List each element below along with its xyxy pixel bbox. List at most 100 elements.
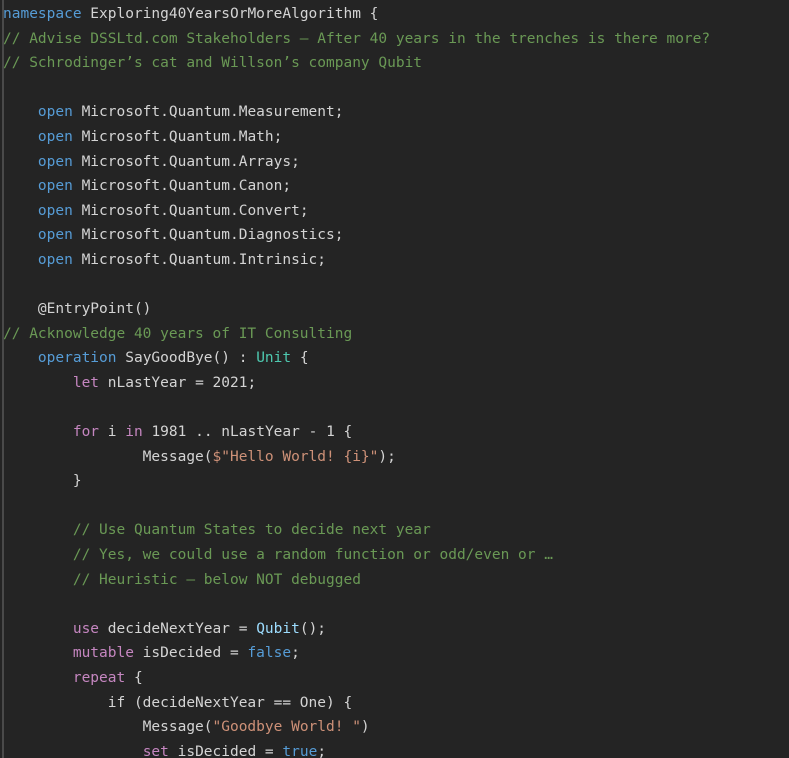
code-token: isDecided = <box>168 743 283 758</box>
code-line[interactable]: let nLastYear = 2021; <box>3 371 789 396</box>
code-token: set <box>142 743 169 758</box>
code-line[interactable]: // Acknowledge 40 years of IT Consulting <box>3 322 789 347</box>
code-token: repeat <box>72 670 126 687</box>
code-line[interactable]: for i in 1981 .. nLastYear - 1 { <box>3 420 789 445</box>
code-token: Microsoft.Quantum.Diagnostics; <box>72 227 344 244</box>
code-token: namespace <box>3 6 82 22</box>
code-token: isDecided = <box>133 645 248 662</box>
code-line[interactable]: } <box>3 469 789 494</box>
code-line[interactable]: open Microsoft.Quantum.Math; <box>3 125 789 150</box>
code-line[interactable] <box>3 396 789 421</box>
code-line[interactable]: set isDecided = true; <box>3 740 789 758</box>
code-token: // Acknowledge 40 years of IT Consulting <box>3 325 353 342</box>
code-line[interactable]: operation SayGoodBye() : Unit { <box>3 346 789 371</box>
code-line[interactable]: open Microsoft.Quantum.Canon; <box>3 174 789 199</box>
code-token: @EntryPoint() <box>3 301 152 318</box>
code-content[interactable]: namespace Exploring40YearsOrMoreAlgorith… <box>0 2 789 758</box>
code-token: SayGoodBye() : <box>116 350 257 367</box>
code-token: Microsoft.Quantum.Intrinsic; <box>72 251 327 268</box>
code-token: let <box>72 374 100 391</box>
code-token: Message( <box>3 719 213 736</box>
code-token: true <box>282 743 318 758</box>
code-token: { <box>125 670 143 687</box>
code-token: 1981 <box>151 424 187 441</box>
code-token: "Goodbye World! " <box>212 719 361 736</box>
code-token: .. nLastYear - <box>186 424 327 441</box>
code-token: } <box>3 473 82 490</box>
code-token: // Heuristic – below NOT debugged <box>3 571 361 588</box>
code-line[interactable] <box>3 592 789 617</box>
code-editor[interactable]: namespace Exploring40YearsOrMoreAlgorith… <box>0 0 789 758</box>
code-line[interactable] <box>3 273 789 298</box>
code-line[interactable]: @EntryPoint() <box>3 297 789 322</box>
code-line[interactable]: namespace Exploring40YearsOrMoreAlgorith… <box>3 2 789 27</box>
code-token: open <box>37 104 73 121</box>
code-line[interactable]: open Microsoft.Quantum.Arrays; <box>3 150 789 175</box>
code-token: open <box>37 227 73 244</box>
code-token: Message( <box>3 448 213 465</box>
code-token: // Yes, we could use a random function o… <box>3 547 553 564</box>
code-token: Microsoft.Quantum.Math; <box>72 128 283 145</box>
code-line[interactable]: // Use Quantum States to decide next yea… <box>3 518 789 543</box>
code-token: 1 <box>326 424 335 441</box>
code-line[interactable]: // Yes, we could use a random function o… <box>3 543 789 568</box>
code-token: Microsoft.Quantum.Convert; <box>72 202 309 219</box>
code-token: mutable <box>72 645 134 662</box>
code-token: { <box>291 350 309 367</box>
code-token: $"Hello World! {i}" <box>212 448 379 465</box>
code-token: ; <box>247 374 257 391</box>
code-token: Microsoft.Quantum.Arrays; <box>72 153 300 170</box>
code-line[interactable]: Message("Goodbye World! ") <box>3 715 789 740</box>
code-token: open <box>37 153 73 170</box>
code-line[interactable]: open Microsoft.Quantum.Intrinsic; <box>3 248 789 273</box>
code-line[interactable]: open Microsoft.Quantum.Diagnostics; <box>3 223 789 248</box>
code-token: in <box>125 424 143 441</box>
code-line[interactable]: use decideNextYear = Qubit(); <box>3 617 789 642</box>
code-line[interactable]: open Microsoft.Quantum.Convert; <box>3 199 789 224</box>
text-caret <box>2 0 4 758</box>
code-line[interactable]: repeat { <box>3 666 789 691</box>
code-token: // Use Quantum States to decide next yea… <box>3 522 431 539</box>
code-token: false <box>247 645 292 662</box>
code-token: use <box>72 620 100 637</box>
code-line[interactable]: // Advise DSSLtd.com Stakeholders – Afte… <box>3 27 789 52</box>
code-token: // Advise DSSLtd.com Stakeholders – Afte… <box>3 30 711 47</box>
code-token: nLastYear = <box>99 374 213 391</box>
code-line[interactable] <box>3 76 789 101</box>
code-line[interactable] <box>3 494 789 519</box>
code-token: 2021 <box>212 374 248 391</box>
code-token: i <box>99 424 126 441</box>
code-token: { <box>334 424 353 441</box>
code-token: decideNextYear = <box>99 620 257 637</box>
code-token: open <box>37 251 73 268</box>
code-line[interactable]: Message($"Hello World! {i}"); <box>3 445 789 470</box>
code-token: Microsoft.Quantum.Measurement; <box>72 104 344 121</box>
code-token: for <box>72 424 100 441</box>
code-line[interactable]: // Heuristic – below NOT debugged <box>3 568 789 593</box>
code-token: open <box>37 202 73 219</box>
code-token: Unit <box>256 350 292 367</box>
code-line[interactable]: mutable isDecided = false; <box>3 641 789 666</box>
code-token: (); <box>299 620 327 637</box>
code-token: // Schrodinger’s cat and Willson’s compa… <box>3 55 423 72</box>
code-line[interactable]: // Schrodinger’s cat and Willson’s compa… <box>3 51 789 76</box>
code-token: operation <box>37 350 117 367</box>
code-token: Exploring40YearsOrMoreAlgorithm { <box>81 6 379 22</box>
code-token: ) <box>360 719 370 736</box>
code-line[interactable]: open Microsoft.Quantum.Measurement; <box>3 100 789 125</box>
code-token: Qubit <box>256 620 300 637</box>
code-line[interactable]: if (decideNextYear == One) { <box>3 691 789 716</box>
